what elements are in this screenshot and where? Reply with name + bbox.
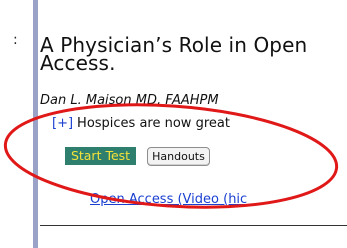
start-test-button[interactable]: Start Test bbox=[65, 147, 136, 165]
description-preview: Hospices are now great bbox=[77, 116, 230, 131]
course-title: A Physician’s Role in Open Access. bbox=[40, 33, 308, 75]
divider bbox=[40, 225, 347, 226]
handouts-button[interactable]: Handouts bbox=[147, 147, 210, 166]
left-sidebar-bar bbox=[33, 0, 38, 248]
description-row: [+] Hospices are now great bbox=[52, 116, 230, 131]
expand-toggle[interactable]: [+] bbox=[52, 116, 73, 131]
video-link[interactable]: Open Access (Video (hic bbox=[90, 192, 247, 207]
course-author: Dan L. Maison MD, FAAHPM bbox=[40, 93, 219, 108]
margin-tick: : bbox=[13, 32, 18, 48]
